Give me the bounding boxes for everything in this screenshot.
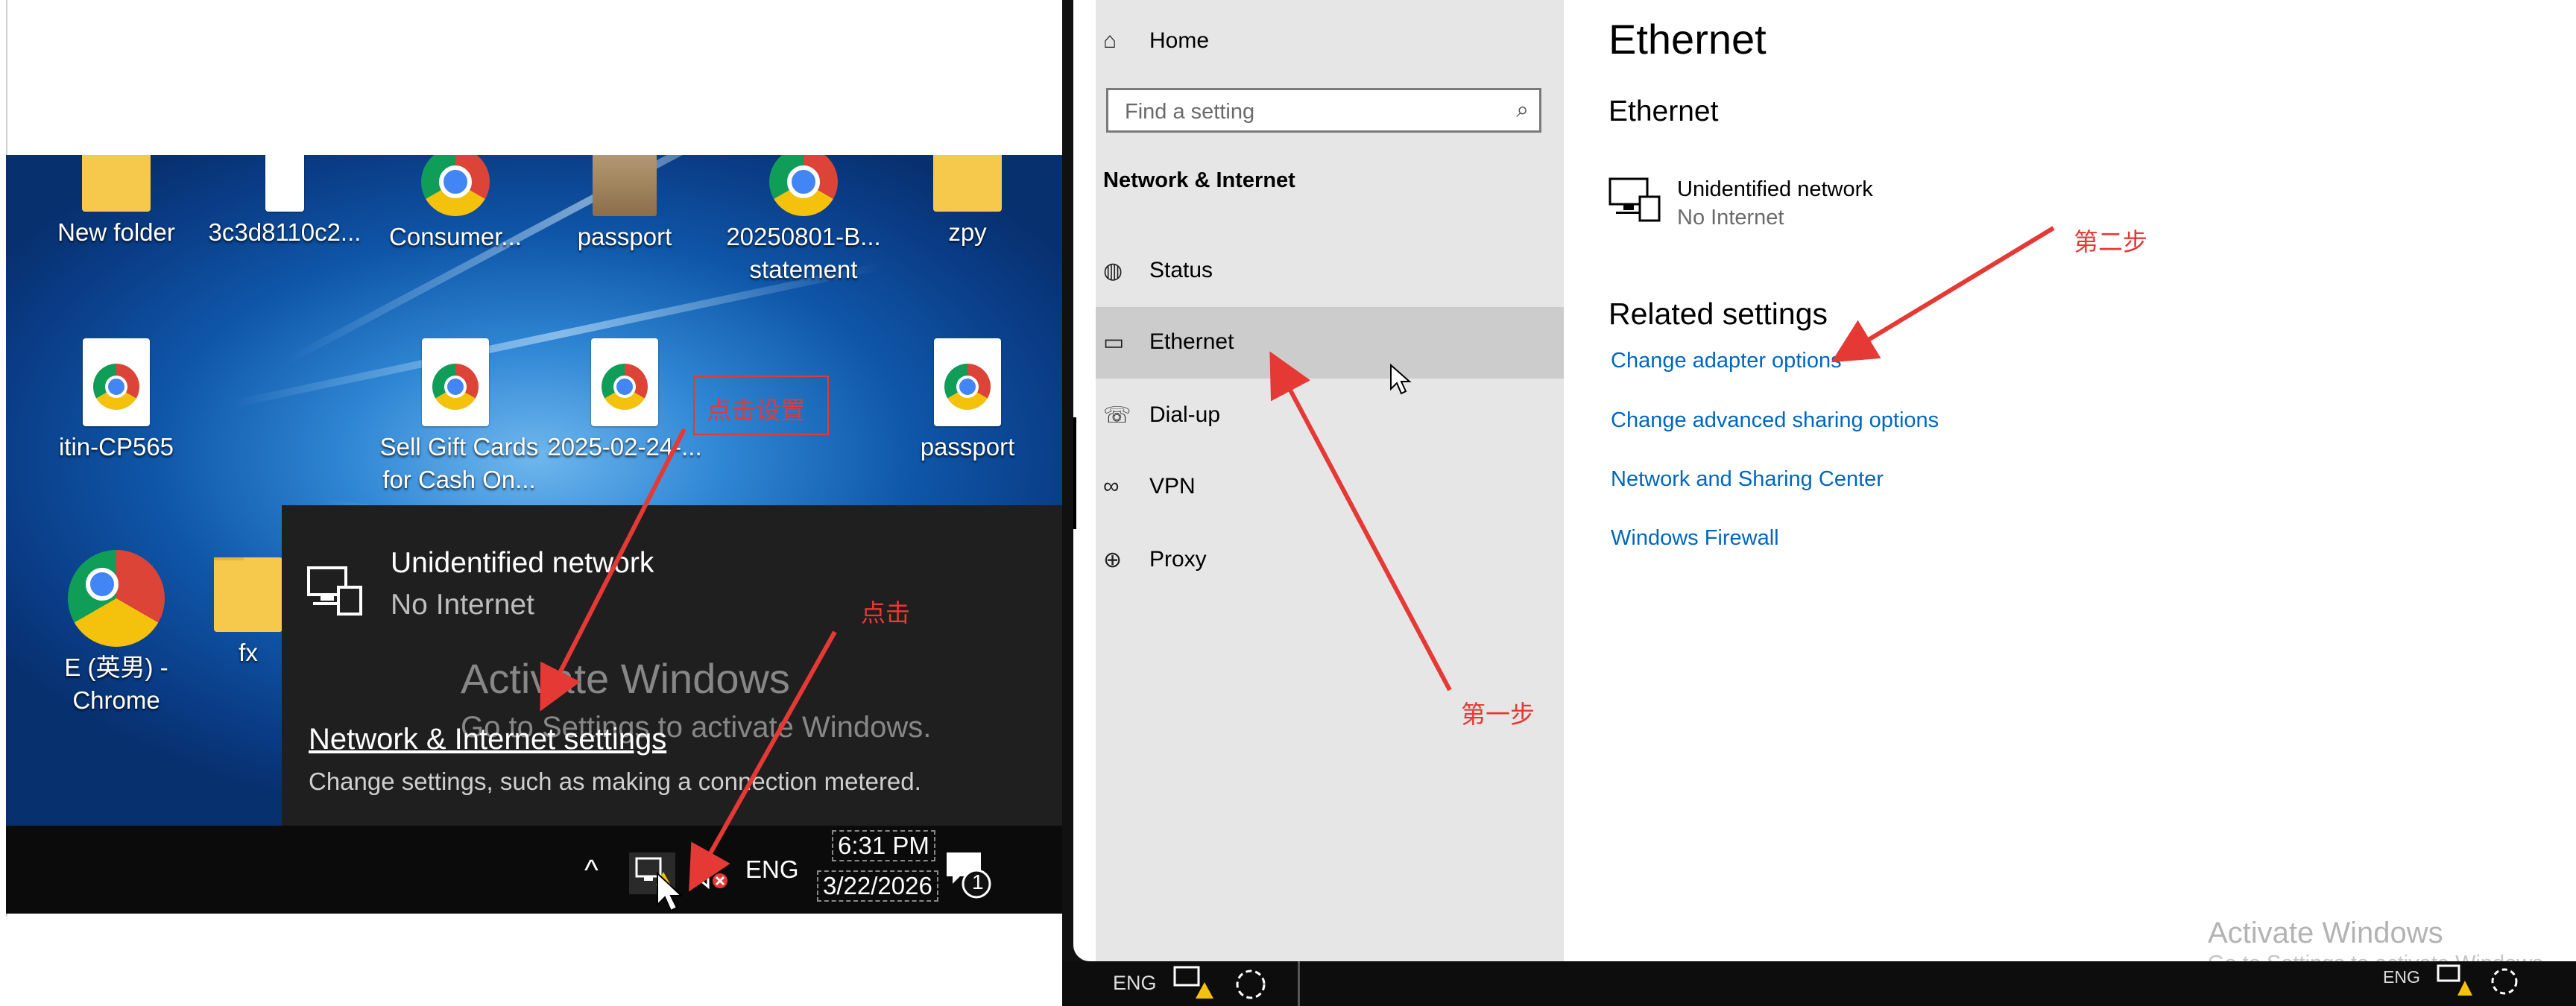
annotation-arrows-right xyxy=(1269,226,2055,692)
annotation-arrows-left xyxy=(540,428,837,892)
left-screenshot: New folder 3c3d8110c2... Consumer... pas… xyxy=(0,0,1062,1006)
right-screenshot: ⌂ Home Find a setting ⌕ Network & Intern… xyxy=(1062,0,2576,1006)
